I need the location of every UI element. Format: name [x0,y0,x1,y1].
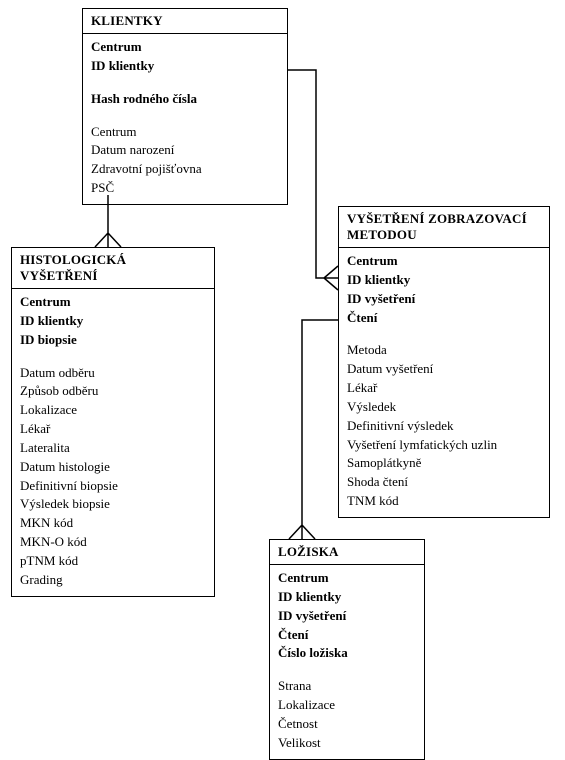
key-field: Centrum [20,293,206,312]
attr-field: Samoplátkyně [347,454,541,473]
attr-field: PSČ [91,179,279,198]
attr-field: MKN kód [20,514,206,533]
key-field: Čtení [347,309,541,328]
entity-body: Centrum ID klientky Hash rodného čísla C… [83,34,287,204]
attr-field: Výsledek [347,398,541,417]
entity-body: Centrum ID klientky ID biopsie Datum odb… [12,289,214,596]
key-field: Číslo ložiska [278,644,416,663]
attr-field: Datum vyšetření [347,360,541,379]
attr-field: Datum odběru [20,364,206,383]
entity-vysetreni: VYŠETŘENÍ ZOBRAZOVACÍ METODOU Centrum ID… [338,206,550,518]
key-field: Centrum [278,569,416,588]
attr-field: MKN-O kód [20,533,206,552]
key-field: ID vyšetření [278,607,416,626]
key-field: Hash rodného čísla [91,90,279,109]
entity-histologicka: HISTOLOGICKÁ VYŠETŘENÍ Centrum ID klient… [11,247,215,597]
key-field: Čtení [278,626,416,645]
er-diagram: KLIENTKY Centrum ID klientky Hash rodnéh… [0,0,565,756]
key-field: ID klientky [20,312,206,331]
key-field: ID klientky [278,588,416,607]
attr-field: Lékař [20,420,206,439]
attr-field: Lokalizace [20,401,206,420]
entity-title: KLIENTKY [83,9,287,34]
entity-title: LOŽISKA [270,540,424,565]
key-field: Centrum [347,252,541,271]
attr-field: Metoda [347,341,541,360]
attr-field: Strana [278,677,416,696]
attr-field: Lateralita [20,439,206,458]
attr-field: Výsledek biopsie [20,495,206,514]
key-field: ID klientky [347,271,541,290]
attr-field: Datum narození [91,141,279,160]
attr-field: Lokalizace [278,696,416,715]
key-field: Centrum [91,38,279,57]
attr-field: TNM kód [347,492,541,511]
attr-field: Shoda čtení [347,473,541,492]
key-field: ID biopsie [20,331,206,350]
attr-field: Způsob odběru [20,382,206,401]
attr-field: Centrum [91,123,279,142]
attr-field: Datum histologie [20,458,206,477]
attr-field: Lékař [347,379,541,398]
attr-field: Definitivní biopsie [20,477,206,496]
entity-body: Centrum ID klientky ID vyšetření Čtení Č… [270,565,424,759]
attr-field: Četnost [278,715,416,734]
attr-field: Definitivní výsledek [347,417,541,436]
attr-field: pTNM kód [20,552,206,571]
key-field: ID vyšetření [347,290,541,309]
key-field: ID klientky [91,57,279,76]
attr-field: Zdravotní pojišťovna [91,160,279,179]
entity-title: HISTOLOGICKÁ VYŠETŘENÍ [12,248,214,289]
entity-title: VYŠETŘENÍ ZOBRAZOVACÍ METODOU [339,207,549,248]
attr-field: Velikost [278,734,416,753]
attr-field: Grading [20,571,206,590]
entity-loziska: LOŽISKA Centrum ID klientky ID vyšetření… [269,539,425,760]
entity-klientky: KLIENTKY Centrum ID klientky Hash rodnéh… [82,8,288,205]
attr-field: Vyšetření lymfatických uzlin [347,436,541,455]
entity-body: Centrum ID klientky ID vyšetření Čtení M… [339,248,549,517]
